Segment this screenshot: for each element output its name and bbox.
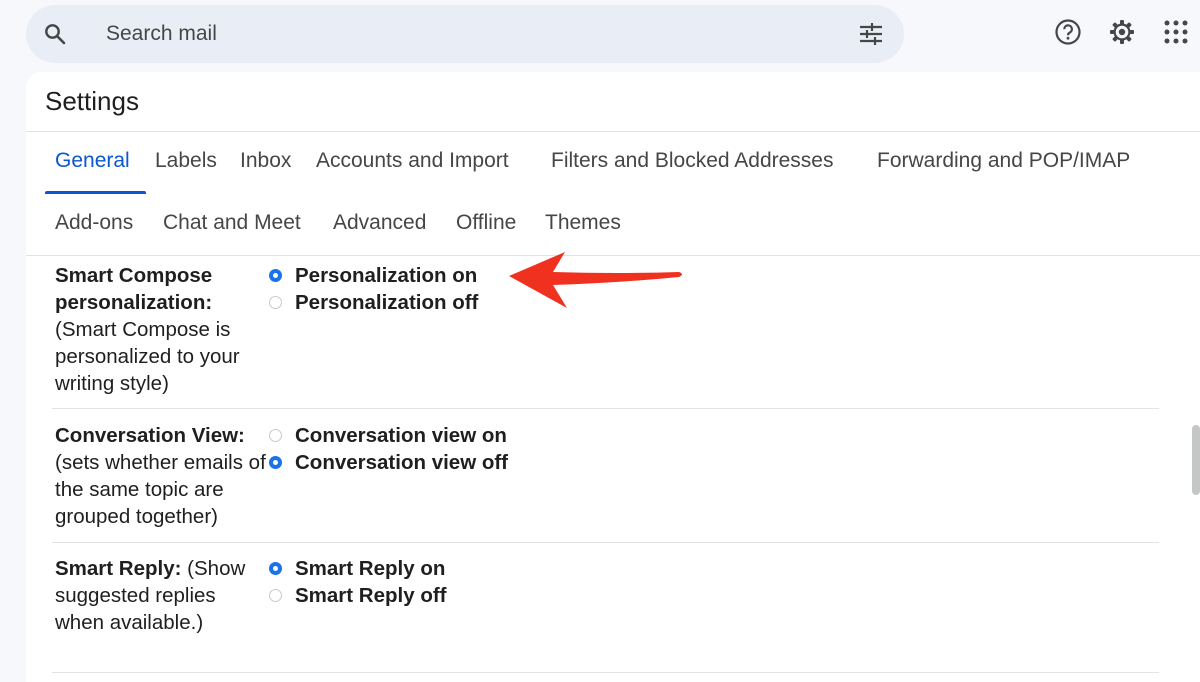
- help-icon[interactable]: [1054, 18, 1082, 46]
- search-input[interactable]: Search mail: [106, 5, 217, 63]
- annotation-arrow: [509, 252, 682, 308]
- scrollbar-thumb[interactable]: [1192, 425, 1200, 495]
- conversation-view-on-radio[interactable]: [269, 429, 282, 442]
- search-bar[interactable]: Search mail: [26, 5, 904, 63]
- smart-compose-description: (Smart Compose is personalized to your w…: [55, 318, 240, 395]
- tab-inbox[interactable]: Inbox: [240, 149, 291, 173]
- conversation-view-off-label[interactable]: Conversation view off: [295, 449, 508, 476]
- settings-gear-icon[interactable]: [1108, 18, 1136, 46]
- personalization-on-radio[interactable]: [269, 269, 282, 282]
- conversation-view-off-radio[interactable]: [269, 456, 282, 469]
- tab-add-ons[interactable]: Add-ons: [55, 211, 133, 235]
- settings-panel: Settings General Labels Inbox Accounts a…: [26, 72, 1200, 682]
- conversation-view-description: (sets whether emails of the same topic a…: [55, 451, 266, 528]
- tab-forwarding-and-pop-imap[interactable]: Forwarding and POP/IMAP: [877, 149, 1130, 173]
- smart-compose-title: Smart Compose personalization:: [55, 264, 213, 314]
- smart-reply-label: Smart Reply: (Show suggested replies whe…: [55, 555, 270, 636]
- tab-general[interactable]: General: [55, 149, 130, 173]
- filter-options-icon[interactable]: [858, 21, 884, 47]
- page-title: Settings: [45, 86, 139, 116]
- active-tab-indicator: [45, 191, 146, 194]
- divider: [52, 542, 1159, 543]
- tab-labels[interactable]: Labels: [155, 149, 217, 173]
- personalization-off-label[interactable]: Personalization off: [295, 289, 478, 316]
- smart-reply-title: Smart Reply:: [55, 557, 182, 580]
- personalization-on-label[interactable]: Personalization on: [295, 262, 477, 289]
- search-icon[interactable]: [43, 22, 67, 46]
- smart-compose-label: Smart Compose personalization: (Smart Co…: [55, 262, 270, 397]
- smart-reply-on-label[interactable]: Smart Reply on: [295, 555, 445, 582]
- smart-reply-off-label[interactable]: Smart Reply off: [295, 582, 447, 609]
- conversation-view-title: Conversation View:: [55, 424, 245, 447]
- tab-accounts-and-import[interactable]: Accounts and Import: [316, 149, 509, 173]
- divider: [52, 408, 1159, 409]
- tab-themes[interactable]: Themes: [545, 211, 621, 235]
- tab-offline[interactable]: Offline: [456, 211, 516, 235]
- apps-grid-icon[interactable]: [1162, 18, 1190, 46]
- conversation-view-on-label[interactable]: Conversation view on: [295, 422, 507, 449]
- personalization-off-radio[interactable]: [269, 296, 282, 309]
- divider: [26, 131, 1200, 132]
- tab-chat-and-meet[interactable]: Chat and Meet: [163, 211, 301, 235]
- tab-advanced[interactable]: Advanced: [333, 211, 426, 235]
- divider: [52, 672, 1159, 673]
- tab-filters-and-blocked-addresses[interactable]: Filters and Blocked Addresses: [551, 149, 833, 173]
- smart-reply-off-radio[interactable]: [269, 589, 282, 602]
- smart-reply-on-radio[interactable]: [269, 562, 282, 575]
- conversation-view-label: Conversation View: (sets whether emails …: [55, 422, 270, 530]
